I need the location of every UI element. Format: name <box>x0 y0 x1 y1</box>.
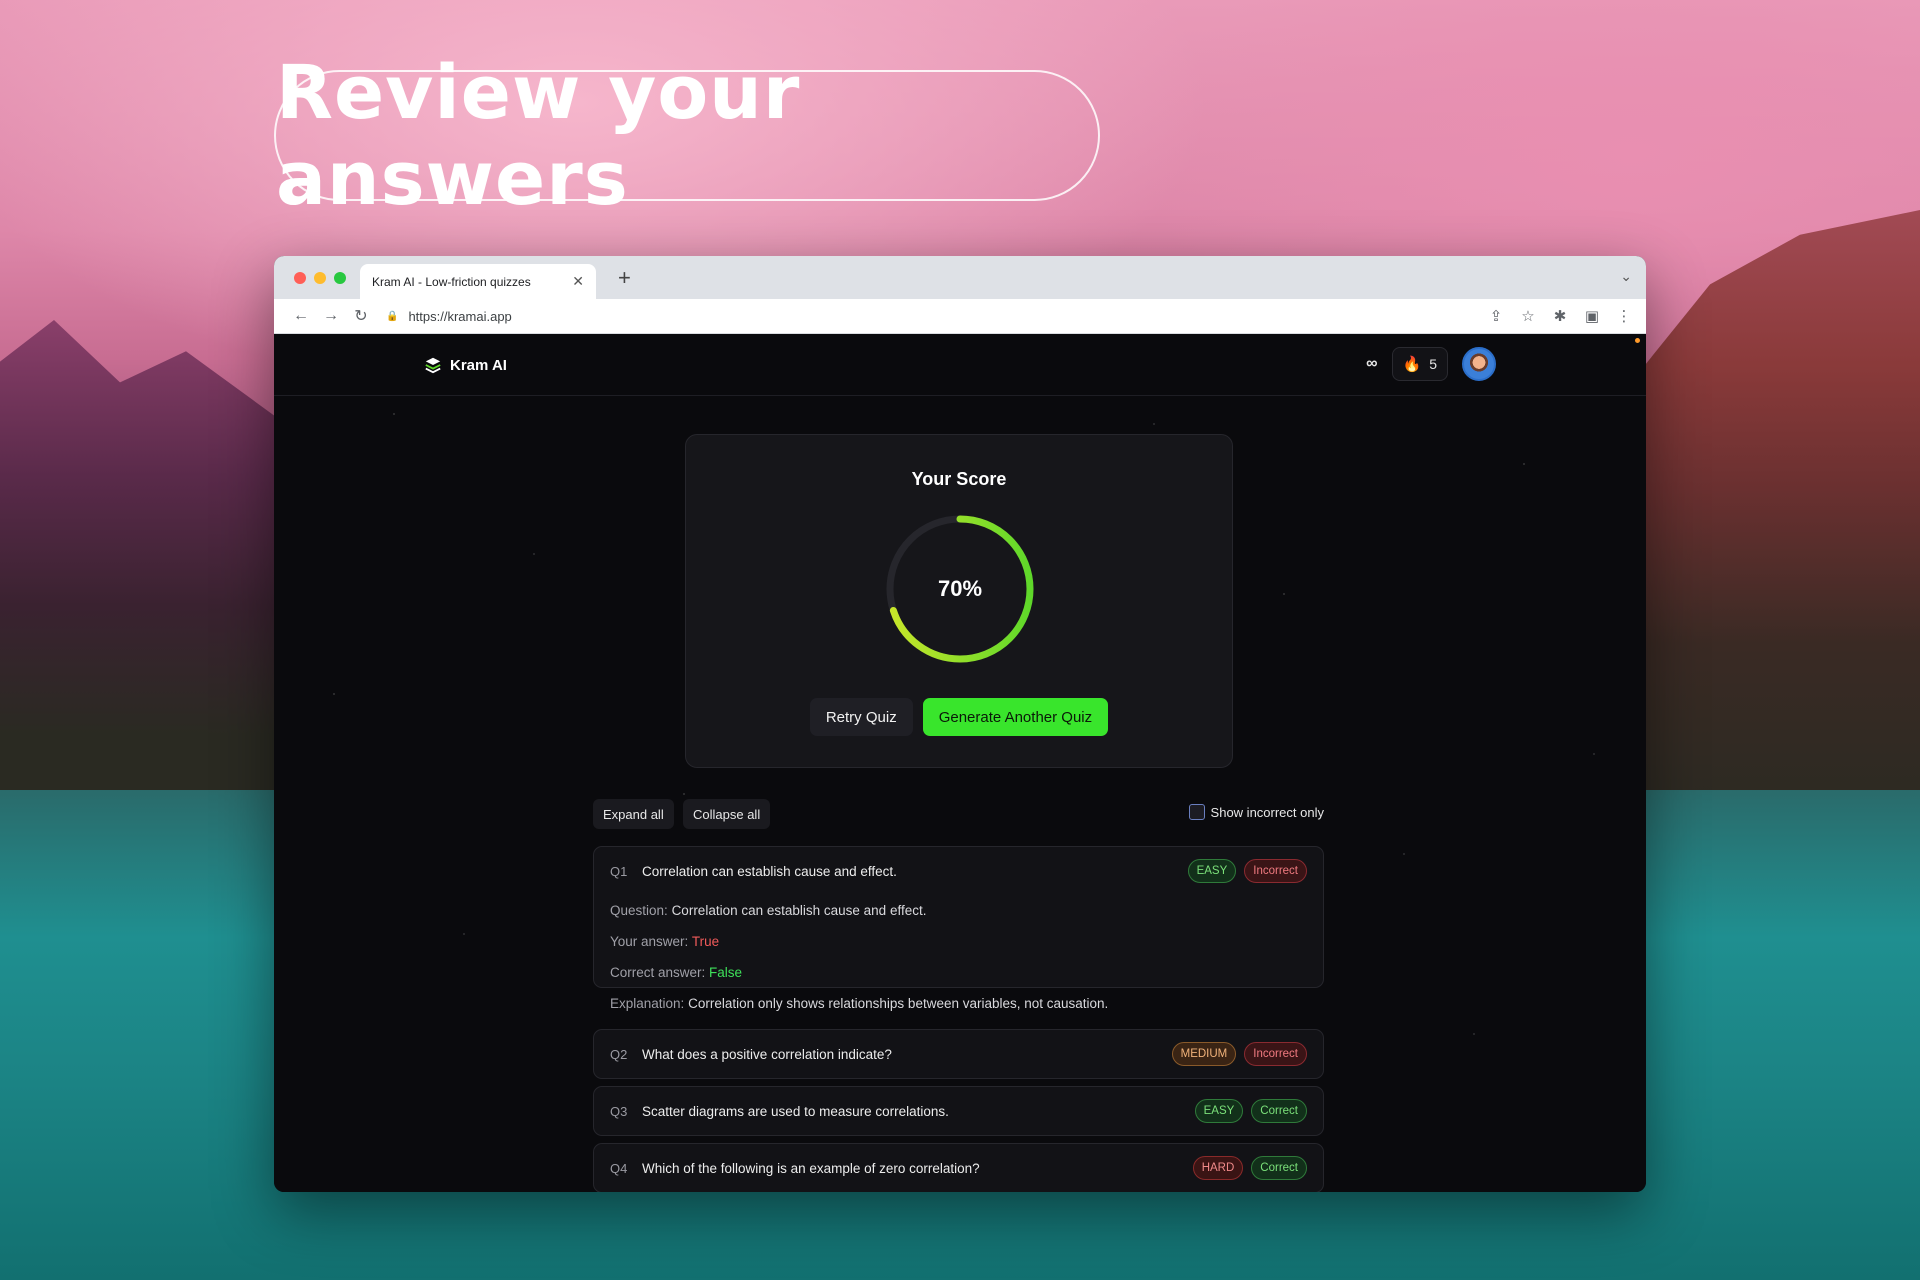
question-badges: EASY Incorrect <box>1187 859 1307 883</box>
show-incorrect-toggle[interactable]: Show incorrect only <box>1188 804 1324 820</box>
tab-search-chevron-icon[interactable]: ⌄ <box>1620 268 1632 285</box>
menu-kebab-icon[interactable]: ⋮ <box>1614 307 1634 325</box>
status-badge: Incorrect <box>1244 1042 1307 1066</box>
extensions-puzzle-icon[interactable]: ✱ <box>1550 307 1570 325</box>
status-badge: Incorrect <box>1244 859 1307 883</box>
headline-pill: Review your answers <box>274 50 1100 222</box>
minimize-window-button[interactable] <box>314 272 326 284</box>
question-detail: Question: Correlation can establish caus… <box>594 895 1323 1033</box>
correct-answer-label: Correct answer: <box>610 965 706 980</box>
question-number: Q2 <box>610 1046 628 1062</box>
tab-title: Kram AI - Low-friction quizzes <box>372 274 531 289</box>
brand-name: Kram AI <box>450 356 507 374</box>
difficulty-badge: EASY <box>1194 1099 1244 1123</box>
show-incorrect-checkbox[interactable] <box>1188 804 1205 820</box>
lock-icon: 🔒 <box>386 310 399 322</box>
detail-explanation: Explanation: Correlation only shows rela… <box>610 988 1307 1019</box>
app-header: Kram AI ∞ 🔥 5 <box>274 334 1646 396</box>
headline-text: Review your answers <box>276 49 801 222</box>
question-text: Scatter diagrams are used to measure cor… <box>642 1103 949 1119</box>
score-title: Your Score <box>911 469 1007 489</box>
question-item-q3[interactable]: Q3 Scatter diagrams are used to measure … <box>593 1086 1324 1136</box>
difficulty-badge: MEDIUM <box>1171 1042 1237 1066</box>
detail-your-answer: Your answer: True <box>610 926 1307 957</box>
question-badges: HARD Correct <box>1192 1156 1307 1180</box>
window-controls <box>294 272 346 284</box>
score-percent: 70% <box>937 576 983 601</box>
question-header[interactable]: Q3 Scatter diagrams are used to measure … <box>594 1087 1323 1135</box>
score-actions: Retry Quiz Generate Another Quiz <box>686 698 1232 736</box>
browser-window: Kram AI - Low-friction quizzes ✕ + ⌄ ← →… <box>274 256 1646 1192</box>
status-badge: Correct <box>1251 1099 1307 1123</box>
question-badges: MEDIUM Incorrect <box>1171 1042 1307 1066</box>
question-item-q1[interactable]: Q1 Correlation can establish cause and e… <box>593 846 1324 1011</box>
question-text: Which of the following is an example of … <box>642 1160 980 1176</box>
forward-arrow-icon[interactable]: → <box>316 307 346 325</box>
detail-question-value: Correlation can establish cause and effe… <box>671 903 927 918</box>
browser-tabbar: Kram AI - Low-friction quizzes ✕ + ⌄ <box>274 256 1646 299</box>
difficulty-badge: EASY <box>1187 859 1237 883</box>
correct-answer-value: False <box>709 965 743 980</box>
your-answer-value: True <box>691 934 720 949</box>
status-badge: Correct <box>1251 1156 1307 1180</box>
side-panel-icon[interactable]: ▣ <box>1582 307 1602 325</box>
close-tab-icon[interactable]: ✕ <box>572 273 584 290</box>
streak-badge[interactable]: 🔥 5 <box>1391 347 1448 381</box>
question-item-q4[interactable]: Q4 Which of the following is an example … <box>593 1143 1324 1192</box>
header-actions: ∞ 🔥 5 <box>1366 347 1496 381</box>
streak-count: 5 <box>1429 356 1437 372</box>
difficulty-badge: HARD <box>1192 1156 1244 1180</box>
brand-logo-link[interactable]: Kram AI <box>424 356 507 374</box>
collapse-all-button[interactable]: Collapse all <box>683 799 771 829</box>
expand-all-button[interactable]: Expand all <box>593 799 674 829</box>
question-item-q2[interactable]: Q2 What does a positive correlation indi… <box>593 1029 1324 1079</box>
show-incorrect-label: Show incorrect only <box>1210 804 1324 820</box>
browser-tab[interactable]: Kram AI - Low-friction quizzes ✕ <box>360 264 596 299</box>
url-text: https://kramai.app <box>408 308 512 324</box>
explanation-value: Correlation only shows relationships bet… <box>688 996 1109 1011</box>
question-text: What does a positive correlation indicat… <box>642 1046 892 1062</box>
question-badges: EASY Correct <box>1194 1099 1307 1123</box>
detail-question-label: Question: <box>610 903 668 918</box>
question-header[interactable]: Q4 Which of the following is an example … <box>594 1144 1323 1192</box>
share-icon[interactable]: ⇪ <box>1486 307 1506 325</box>
generate-another-quiz-button[interactable]: Generate Another Quiz <box>922 698 1109 736</box>
maximize-window-button[interactable] <box>334 272 346 284</box>
bookmark-star-icon[interactable]: ☆ <box>1518 307 1538 325</box>
question-header[interactable]: Q1 Correlation can establish cause and e… <box>594 847 1323 895</box>
question-number: Q4 <box>610 1160 628 1176</box>
new-tab-icon[interactable]: + <box>618 264 631 292</box>
back-arrow-icon[interactable]: ← <box>286 307 316 325</box>
your-answer-label: Your answer: <box>610 934 689 949</box>
background-mountain-left <box>0 320 300 840</box>
question-number: Q1 <box>610 863 628 879</box>
retry-quiz-button[interactable]: Retry Quiz <box>809 698 913 736</box>
review-controls: Expand all Collapse all Show incorrect o… <box>593 799 1324 829</box>
flame-icon: 🔥 <box>1402 356 1422 373</box>
address-bar[interactable]: 🔒 https://kramai.app <box>386 303 1486 329</box>
close-window-button[interactable] <box>294 272 306 284</box>
explanation-label: Explanation: <box>610 996 685 1011</box>
browser-toolbar: ← → ↻ 🔒 https://kramai.app ⇪ ☆ ✱ ▣ ⋮ <box>274 299 1646 334</box>
question-number: Q3 <box>610 1103 628 1119</box>
question-header[interactable]: Q2 What does a positive correlation indi… <box>594 1030 1323 1078</box>
score-card: Your Score 70% Retry Quiz Generate Anoth… <box>685 434 1233 768</box>
background-mountain-right <box>1620 210 1920 830</box>
detail-correct-answer: Correct answer: False <box>610 957 1307 988</box>
detail-question: Question: Correlation can establish caus… <box>610 895 1307 926</box>
question-text: Correlation can establish cause and effe… <box>642 863 897 879</box>
toolbar-actions: ⇪ ☆ ✱ ▣ ⋮ <box>1486 307 1634 325</box>
user-avatar[interactable] <box>1462 347 1496 381</box>
app-viewport: Kram AI ∞ 🔥 5 Your Score 70% Retry Quiz … <box>274 334 1646 1192</box>
reload-icon[interactable]: ↻ <box>346 306 376 326</box>
notification-dot <box>1635 338 1640 343</box>
infinity-icon: ∞ <box>1366 355 1378 372</box>
kram-logo-icon <box>425 357 441 374</box>
